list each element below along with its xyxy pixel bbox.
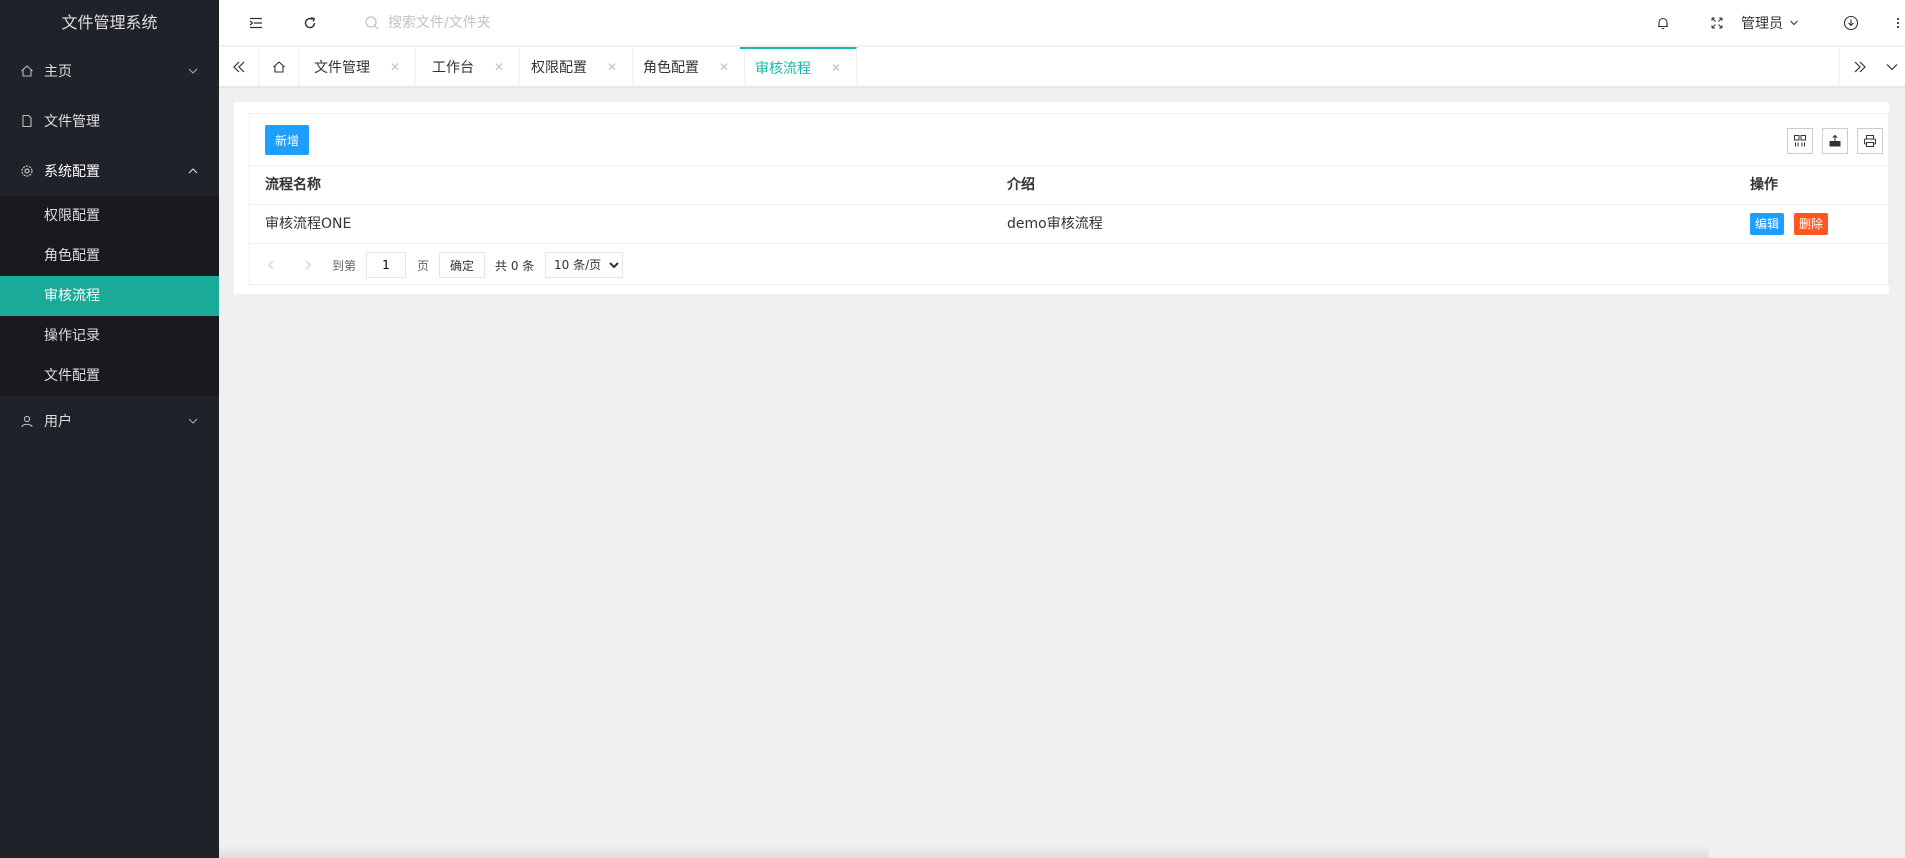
table-row: 审核流程ONE demo审核流程 编辑 删除 <box>250 205 1888 244</box>
tab-label: 审核流程 <box>755 61 811 77</box>
user-menu[interactable]: 管理员 <box>1741 0 1799 46</box>
close-icon[interactable]: ✕ <box>607 60 617 74</box>
column-header-actions: 操作 <box>1750 177 1778 193</box>
export-icon[interactable] <box>1822 128 1848 154</box>
goto-label: 到第 <box>332 258 357 273</box>
data-table: 新增 流程名称 介绍 操作 审核流程ONE demo审核流程 编辑 删除 到第 … <box>249 113 1889 285</box>
table-header: 流程名称 介绍 操作 <box>250 166 1888 205</box>
page-size-select[interactable]: 10 条/页 <box>545 252 623 278</box>
sidebar-subitem-file-config[interactable]: 文件配置 <box>0 356 219 396</box>
tab-role-config[interactable]: 角色配置 ✕ <box>628 47 746 87</box>
user-icon <box>20 414 34 428</box>
sidebar-item-user[interactable]: 用户 <box>0 396 219 446</box>
column-header-name: 流程名称 <box>265 177 321 193</box>
bell-icon[interactable] <box>1643 0 1683 46</box>
tabs-menu-chevron-down-icon[interactable] <box>1879 47 1905 87</box>
close-icon[interactable]: ✕ <box>494 60 504 74</box>
sidebar-item-system-config[interactable]: 系统配置 <box>0 146 219 196</box>
tab-label: 工作台 <box>432 60 474 76</box>
sidebar-subitem-role[interactable]: 角色配置 <box>0 236 219 276</box>
pagination: 到第 页 确定 共 0 条 10 条/页 <box>250 244 1888 284</box>
tab-review-flow[interactable]: 审核流程 ✕ <box>740 47 858 87</box>
tab-workbench[interactable]: 工作台 ✕ <box>417 47 521 87</box>
close-icon[interactable]: ✕ <box>831 61 841 75</box>
columns-filter-icon[interactable] <box>1787 128 1813 154</box>
sidebar-subitem-operation-log[interactable]: 操作记录 <box>0 316 219 356</box>
add-button[interactable]: 新增 <box>265 125 310 155</box>
tabs-scroll-right-icon[interactable] <box>1839 47 1879 87</box>
table-toolbar: 新增 <box>250 114 1888 166</box>
sidebar-item-label: 用户 <box>44 414 72 430</box>
sidebar: 文件管理系统 主页 文件管理 系统配置 权限配置 角色配置 审核流程 操作记录 … <box>0 0 219 858</box>
search-box <box>364 12 688 34</box>
tab-label: 角色配置 <box>643 60 699 76</box>
bottom-shadow <box>219 845 1709 858</box>
tab-label: 文件管理 <box>314 60 370 76</box>
page-size-wrapper: 10 条/页 <box>545 252 623 278</box>
tab-permission-config[interactable]: 权限配置 ✕ <box>516 47 634 87</box>
confirm-wrapper: 确定 <box>439 252 486 278</box>
close-icon[interactable]: ✕ <box>719 60 729 74</box>
sidebar-item-label: 主页 <box>44 64 72 80</box>
content-card: 新增 流程名称 介绍 操作 审核流程ONE demo审核流程 编辑 删除 到第 … <box>234 102 1889 294</box>
chevron-up-icon <box>187 165 199 177</box>
search-input[interactable] <box>388 15 688 31</box>
delete-button[interactable]: 删除 <box>1794 213 1829 235</box>
sidebar-subitem-permission[interactable]: 权限配置 <box>0 196 219 236</box>
page-unit-label: 页 <box>417 258 430 273</box>
download-icon[interactable] <box>1831 0 1871 46</box>
cell-flow-name: 审核流程ONE <box>265 216 352 232</box>
refresh-icon[interactable] <box>290 0 330 46</box>
sidebar-submenu: 权限配置 角色配置 审核流程 操作记录 文件配置 <box>0 196 219 396</box>
gear-icon <box>20 164 34 178</box>
prev-page-icon[interactable] <box>265 252 277 278</box>
next-page-icon[interactable] <box>302 252 314 278</box>
chevron-down-icon <box>187 65 199 77</box>
cell-actions: 编辑 删除 <box>1750 205 1838 244</box>
tab-file-management[interactable]: 文件管理 ✕ <box>299 47 417 87</box>
tab-label: 权限配置 <box>531 60 587 76</box>
home-tab-icon[interactable] <box>259 47 299 87</box>
file-icon <box>20 114 34 128</box>
menu-collapse-icon[interactable] <box>236 0 276 46</box>
edit-button[interactable]: 编辑 <box>1750 213 1785 235</box>
page-input-wrapper <box>366 252 406 278</box>
chevron-down-icon <box>1789 18 1799 28</box>
app-logo-title: 文件管理系统 <box>61 13 158 32</box>
column-header-desc: 介绍 <box>1007 177 1035 193</box>
sidebar-subitem-review-flow[interactable]: 审核流程 <box>0 276 219 316</box>
sidebar-item-label: 系统配置 <box>44 164 100 180</box>
cell-flow-desc: demo审核流程 <box>1007 216 1103 232</box>
total-count: 共 0 条 <box>495 258 535 273</box>
sidebar-item-label: 文件管理 <box>44 114 100 130</box>
user-name: 管理员 <box>1741 16 1783 32</box>
search-icon <box>364 15 380 31</box>
chevron-down-icon <box>187 415 199 427</box>
page-number-input[interactable] <box>366 252 406 278</box>
top-header: 管理员 <box>219 0 1905 46</box>
fullscreen-icon[interactable] <box>1697 0 1737 46</box>
sidebar-item-files[interactable]: 文件管理 <box>0 96 219 146</box>
tab-bar: 文件管理 ✕ 工作台 ✕ 权限配置 ✕ 角色配置 ✕ 审核流程 ✕ <box>219 47 1905 87</box>
more-vertical-icon[interactable] <box>1885 0 1905 46</box>
sidebar-item-home[interactable]: 主页 <box>0 46 219 96</box>
confirm-page-button[interactable]: 确定 <box>439 252 486 278</box>
print-icon[interactable] <box>1857 128 1883 154</box>
home-icon <box>20 64 34 78</box>
close-icon[interactable]: ✕ <box>390 60 400 74</box>
tabs-scroll-left-icon[interactable] <box>219 47 259 87</box>
